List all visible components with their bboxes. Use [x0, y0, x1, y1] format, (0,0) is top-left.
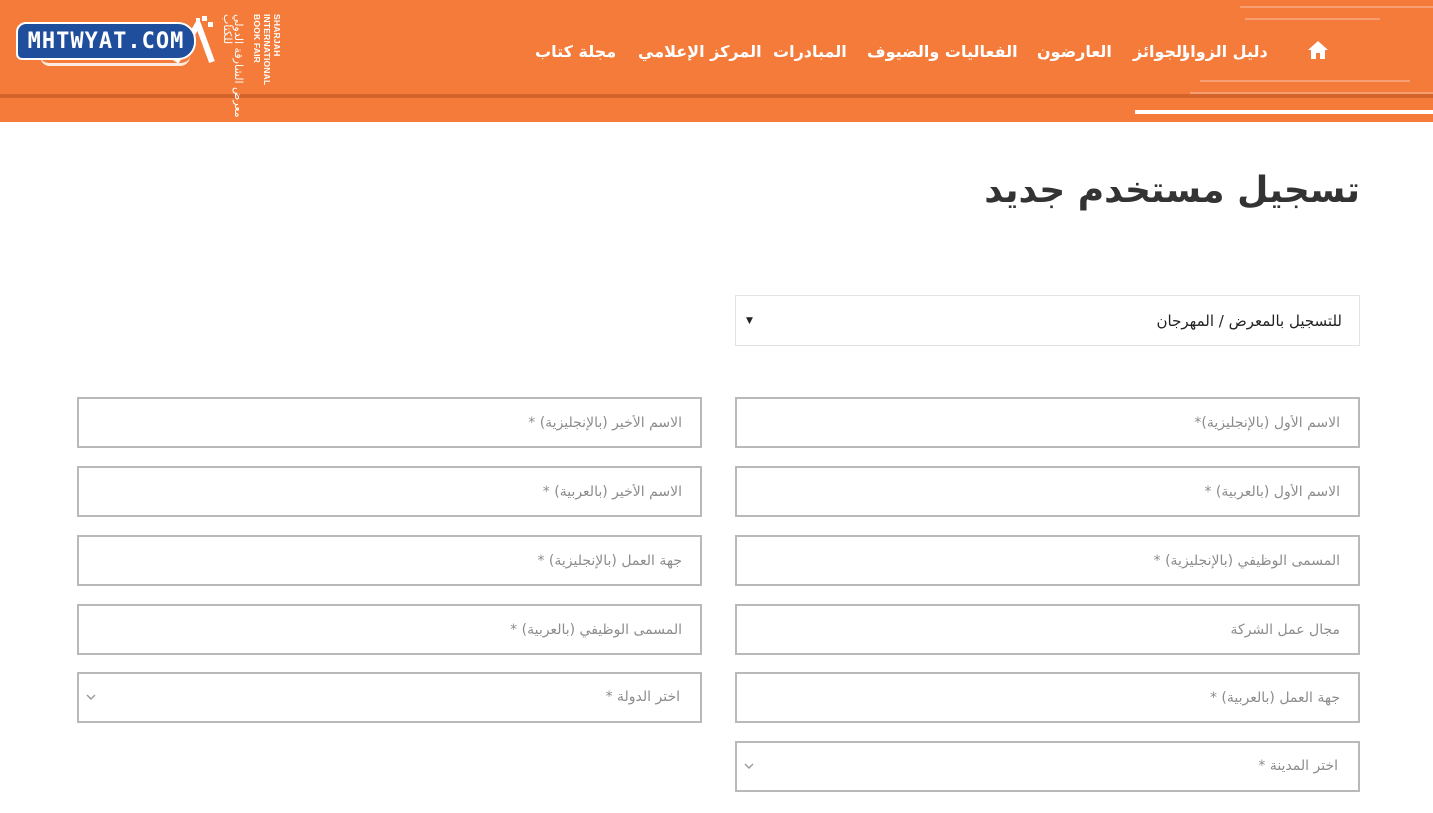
country-select[interactable]: اختر الدولة *	[77, 672, 702, 723]
company-field-input[interactable]	[737, 606, 1358, 653]
job-title-ar-field	[77, 604, 702, 655]
employer-ar-input[interactable]	[737, 674, 1358, 721]
job-title-en-field	[735, 535, 1360, 586]
nav-item-kitab-magazine[interactable]: مجلة كتاب	[535, 38, 616, 66]
job-title-en-input[interactable]	[737, 537, 1358, 584]
header-decoration	[1200, 80, 1410, 82]
last-name-ar-input[interactable]	[79, 468, 700, 515]
header-decoration	[1245, 18, 1380, 20]
registration-type-select[interactable]: ▼ للتسجيل بالمعرض / المهرجان	[735, 295, 1360, 346]
nav-item-exhibitors[interactable]: العارضون	[1037, 38, 1112, 66]
nav-item-awards[interactable]: الجوائز	[1133, 38, 1188, 66]
registration-type-value: للتسجيل بالمعرض / المهرجان	[1156, 311, 1342, 330]
job-title-ar-input[interactable]	[79, 606, 700, 653]
last-name-ar-field	[77, 466, 702, 517]
nav-item-initiatives[interactable]: المبادرات	[773, 38, 847, 66]
fair-name-arabic: معرض الشارقة الدولي للكتاب	[221, 14, 245, 118]
chevron-down-icon	[86, 694, 96, 700]
first-name-en-field	[735, 397, 1360, 448]
site-header: MHTWYAT.COM معرض الشارقة الدولي للكتاب S…	[0, 0, 1433, 122]
first-name-en-input[interactable]	[737, 399, 1358, 446]
company-field-field	[735, 604, 1360, 655]
nav-item-media-center[interactable]: المركز الإعلامي	[638, 38, 762, 66]
nav-item-visitors-guide[interactable]: دليل الزوار	[1181, 38, 1268, 66]
city-select-placeholder: اختر المدينة *	[1258, 758, 1338, 774]
employer-ar-field	[735, 672, 1360, 723]
first-name-ar-field	[735, 466, 1360, 517]
main-nav: دليل الزوار الجوائز العارضون الفعاليات و…	[0, 38, 1433, 66]
country-select-placeholder: اختر الدولة *	[605, 689, 680, 705]
page-title: تسجيل مستخدم جديد	[984, 170, 1360, 211]
last-name-en-field	[77, 397, 702, 448]
employer-en-input[interactable]	[79, 537, 700, 584]
employer-en-field	[77, 535, 702, 586]
city-select[interactable]: اختر المدينة *	[735, 741, 1360, 792]
header-shadow	[0, 94, 1433, 98]
nav-active-indicator	[1135, 110, 1433, 114]
last-name-en-input[interactable]	[79, 399, 700, 446]
first-name-ar-input[interactable]	[737, 468, 1358, 515]
header-decoration	[1240, 6, 1433, 8]
dropdown-caret-icon: ▼	[746, 315, 753, 326]
chevron-down-icon	[744, 763, 754, 769]
nav-item-events-guests[interactable]: الفعاليات والضيوف	[867, 38, 1018, 66]
